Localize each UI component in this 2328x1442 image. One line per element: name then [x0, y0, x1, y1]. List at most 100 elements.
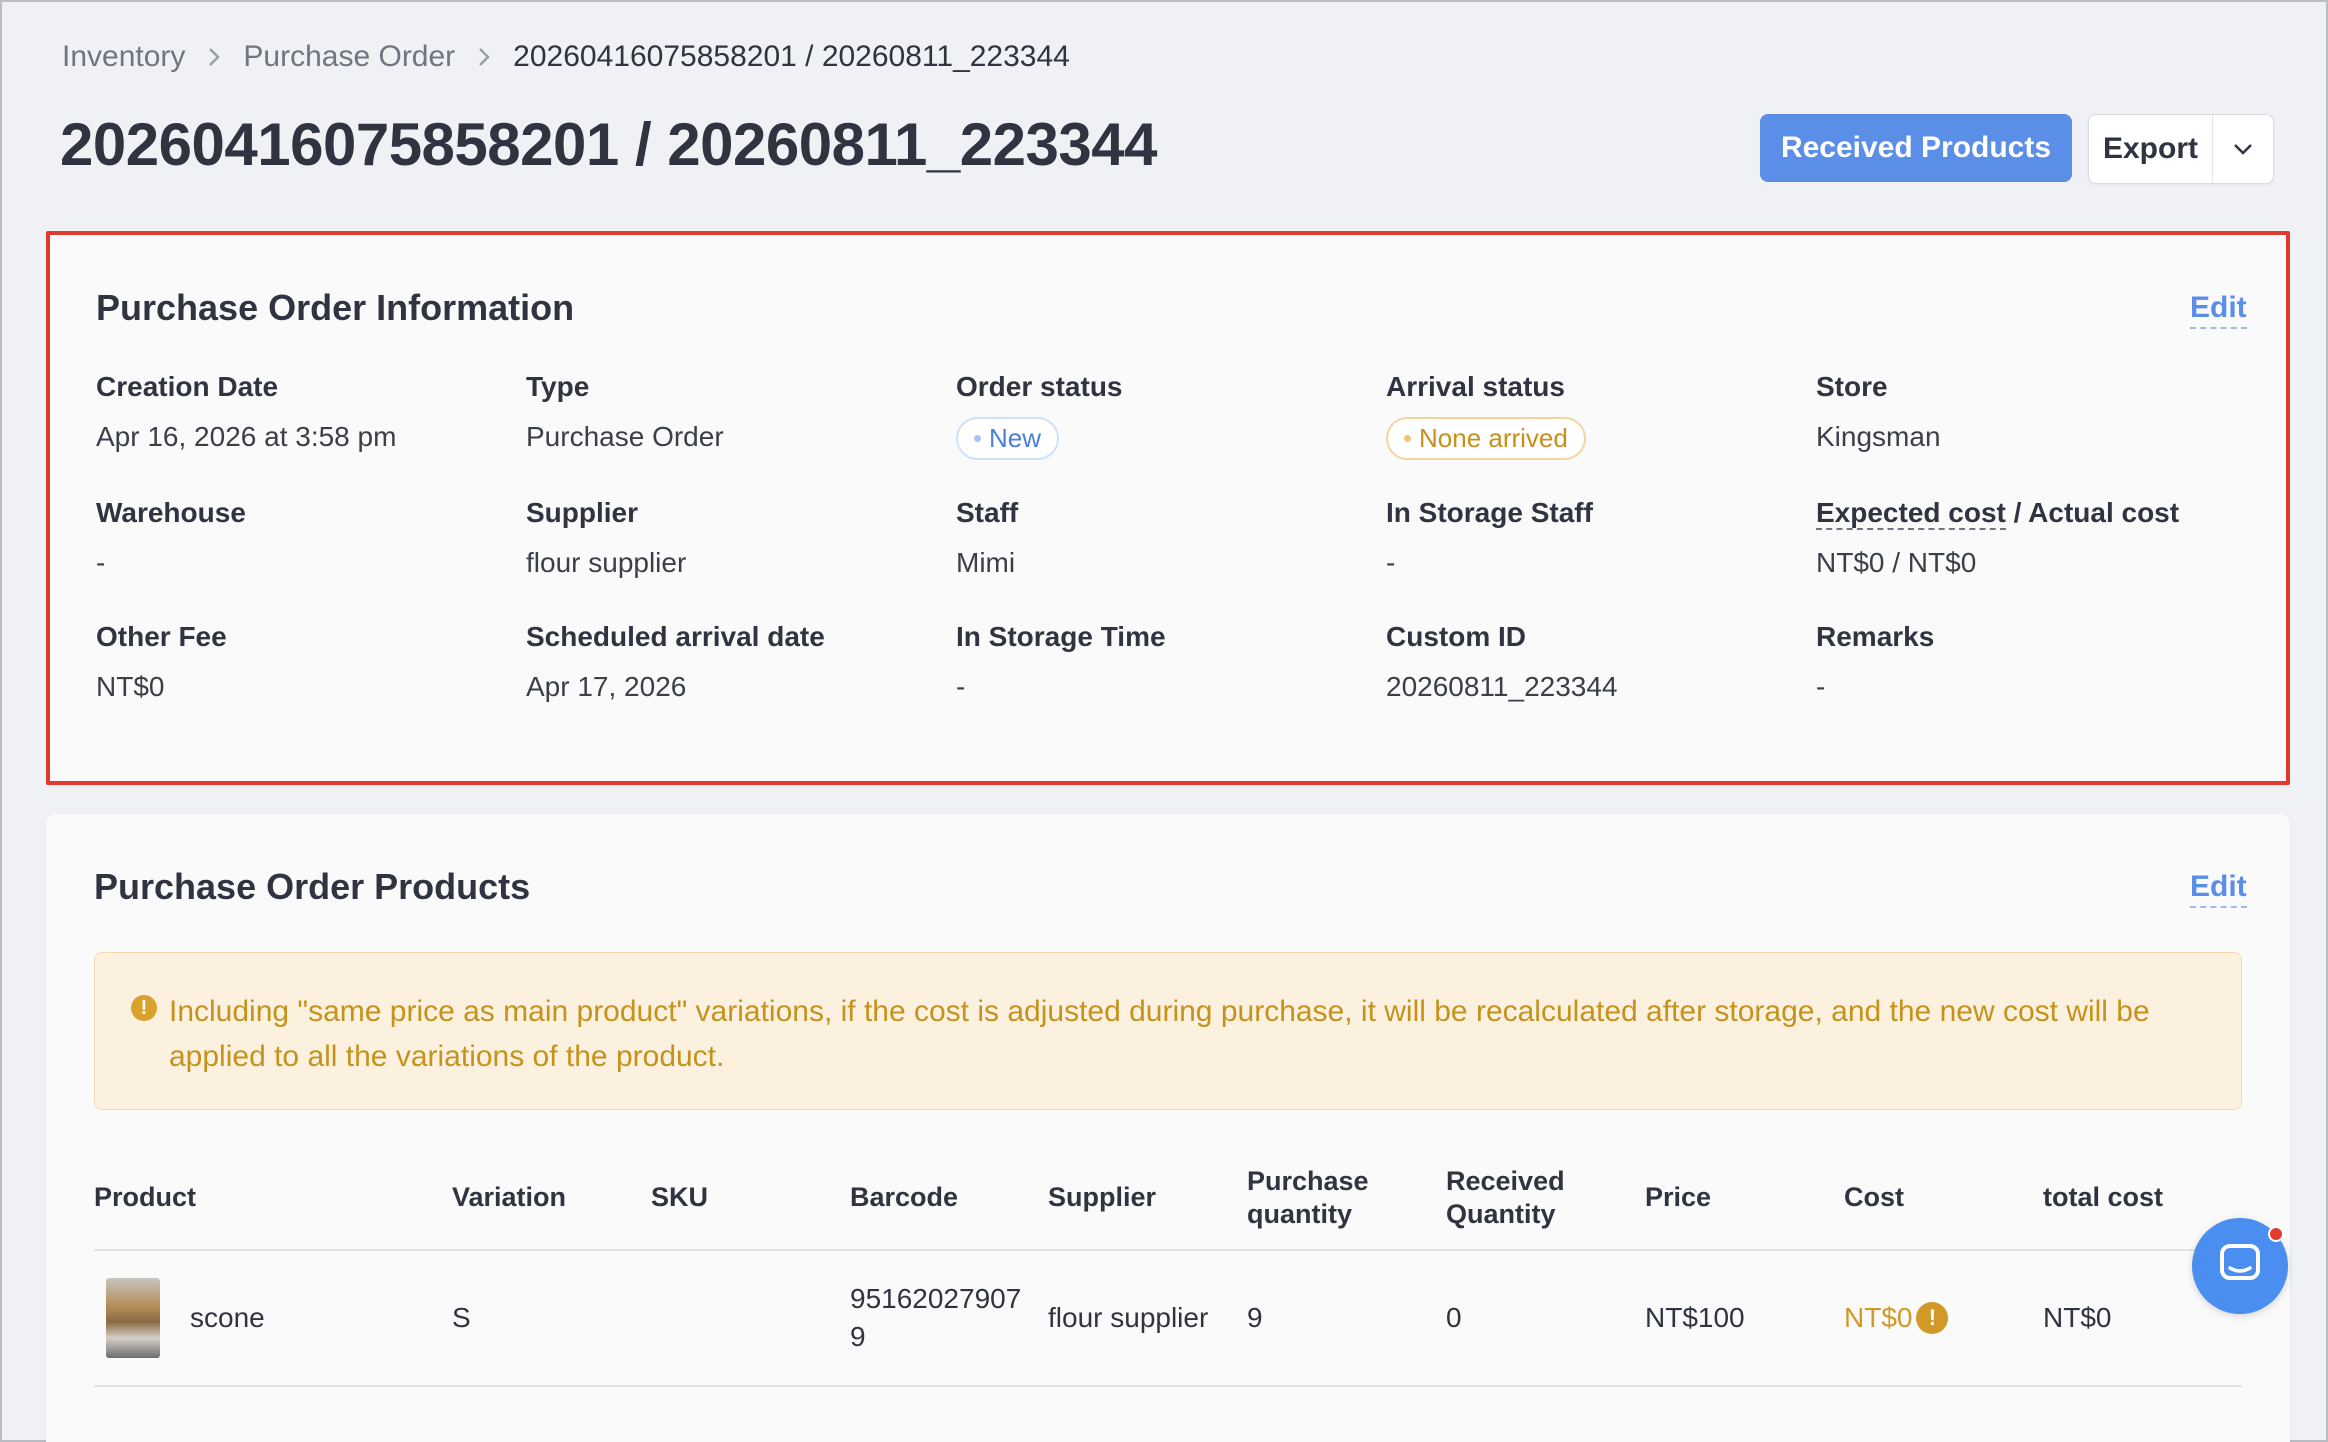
- product-thumbnail[interactable]: [106, 1278, 160, 1358]
- status-dot-icon: [1404, 435, 1411, 442]
- received-products-button[interactable]: Received Products: [1760, 114, 2072, 182]
- field-label: Other Fee: [96, 621, 227, 652]
- info-edit-link[interactable]: Edit: [2190, 291, 2247, 329]
- field-label: Arrival status: [1386, 371, 1565, 402]
- purchase-order-information-card: Purchase Order Information Edit Creation…: [46, 231, 2290, 785]
- col-barcode: Barcode: [850, 1146, 1048, 1251]
- field-supplier: Supplier flour supplier: [526, 497, 946, 579]
- field-warehouse: Warehouse -: [96, 497, 516, 579]
- breadcrumb: Inventory Purchase Order 202604160758582…: [62, 40, 1070, 74]
- notification-badge: [2268, 1226, 2284, 1242]
- expected-cost-tooltip-label[interactable]: Expected cost: [1816, 497, 2006, 530]
- field-label: Order status: [956, 371, 1123, 402]
- products-card-title: Purchase Order Products: [94, 866, 531, 907]
- arrival-status-badge: None arrived: [1386, 417, 1586, 460]
- field-creation-date: Creation Date Apr 16, 2026 at 3:58 pm: [96, 371, 516, 453]
- field-custom-id: Custom ID 20260811_223344: [1386, 621, 1806, 703]
- products-table: Product Variation SKU Barcode Supplier P…: [94, 1146, 2242, 1387]
- cell-received-quantity: 0: [1446, 1250, 1645, 1387]
- col-price: Price: [1645, 1146, 1844, 1251]
- breadcrumb-inventory[interactable]: Inventory: [62, 40, 185, 74]
- field-value: -: [96, 547, 106, 578]
- chevron-down-icon[interactable]: [2213, 115, 2273, 183]
- breadcrumb-current: 20260416075858201 / 20260811_223344: [513, 40, 1070, 73]
- export-button[interactable]: Export: [2089, 115, 2213, 183]
- col-sku: SKU: [651, 1146, 850, 1251]
- cost-value: NT$0: [1844, 1302, 1913, 1333]
- field-value: flour supplier: [526, 547, 687, 578]
- status-dot-icon: [974, 435, 981, 442]
- field-label: Scheduled arrival date: [526, 621, 825, 652]
- field-value: 20260811_223344: [1386, 671, 1618, 702]
- chevron-right-icon: [477, 46, 491, 68]
- field-in-storage-staff: In Storage Staff -: [1386, 497, 1806, 579]
- field-in-storage-time: In Storage Time -: [956, 621, 1376, 703]
- actual-cost-label: / Actual cost: [2005, 497, 2180, 528]
- info-card-title: Purchase Order Information: [96, 287, 575, 328]
- field-arrival-status: Arrival status None arrived: [1386, 371, 1806, 460]
- field-label: Store: [1816, 371, 1888, 402]
- cost-warning-icon[interactable]: !: [1916, 1302, 1949, 1334]
- field-value: Mimi: [956, 547, 1016, 578]
- warning-icon: !: [131, 995, 157, 1021]
- barcode-line2: 9: [850, 1321, 866, 1352]
- field-label: In Storage Staff: [1386, 497, 1593, 528]
- cell-barcode: 95162027907 9: [850, 1250, 1048, 1387]
- col-purchase-quantity-line2: quantity: [1247, 1198, 1352, 1229]
- field-order-status: Order status New: [956, 371, 1376, 460]
- cell-variation: S: [452, 1250, 651, 1387]
- field-other-fee: Other Fee NT$0: [96, 621, 516, 703]
- field-value: NT$0: [96, 671, 165, 702]
- col-cost: Cost: [1844, 1146, 2043, 1251]
- cell-supplier: flour supplier: [1048, 1250, 1247, 1387]
- col-variation: Variation: [452, 1146, 651, 1251]
- field-value: Kingsman: [1816, 421, 1941, 452]
- chat-launcher-button[interactable]: [2192, 1218, 2288, 1314]
- cost-recalculation-notice: ! Including "same price as main product"…: [94, 952, 2242, 1110]
- col-received-quantity-line2: Quantity: [1446, 1198, 1556, 1229]
- col-received-quantity-line1: Received: [1446, 1165, 1565, 1196]
- field-label: Type: [526, 371, 590, 402]
- field-label: Expected cost / Actual cost: [1816, 497, 2236, 530]
- field-value: Purchase Order: [526, 421, 724, 452]
- field-value: Apr 17, 2026: [526, 671, 687, 702]
- export-button-group: Export: [2088, 114, 2274, 184]
- field-label: Supplier: [526, 497, 639, 528]
- col-purchase-quantity: Purchase quantity: [1247, 1146, 1446, 1251]
- field-store: Store Kingsman: [1816, 371, 2236, 453]
- page-title: 20260416075858201 / 20260811_223344: [60, 111, 1158, 178]
- field-remarks: Remarks -: [1816, 621, 2236, 703]
- field-value: -: [956, 671, 966, 702]
- col-supplier: Supplier: [1048, 1146, 1247, 1251]
- field-value: NT$0 / NT$0: [1816, 547, 1977, 578]
- col-received-quantity: Received Quantity: [1446, 1146, 1645, 1251]
- breadcrumb-purchase-order[interactable]: Purchase Order: [243, 40, 455, 74]
- field-value: -: [1386, 547, 1396, 578]
- products-edit-link[interactable]: Edit: [2190, 870, 2247, 908]
- order-status-badge: New: [956, 417, 1060, 460]
- cell-sku: [651, 1250, 850, 1387]
- table-header-row: Product Variation SKU Barcode Supplier P…: [94, 1146, 2242, 1251]
- field-label: Remarks: [1816, 621, 1935, 652]
- arrival-status-text: None arrived: [1419, 423, 1568, 453]
- field-staff: Staff Mimi: [956, 497, 1376, 579]
- field-type: Type Purchase Order: [526, 371, 946, 453]
- chat-bubble-icon: [2218, 1242, 2262, 1291]
- cell-purchase-quantity: 9: [1247, 1250, 1446, 1387]
- field-label: Staff: [956, 497, 1019, 528]
- notice-text: Including "same price as main product" v…: [169, 995, 2150, 1073]
- table-row: scone S 95162027907 9 flour supplier 9 0 …: [94, 1250, 2242, 1387]
- field-cost: Expected cost / Actual cost NT$0 / NT$0: [1816, 497, 2236, 579]
- field-value: -: [1816, 671, 1826, 702]
- field-scheduled-arrival: Scheduled arrival date Apr 17, 2026: [526, 621, 946, 703]
- field-label: Creation Date: [96, 371, 279, 402]
- col-product: Product: [94, 1146, 452, 1251]
- field-value: Apr 16, 2026 at 3:58 pm: [96, 421, 397, 452]
- col-purchase-quantity-line1: Purchase: [1247, 1165, 1369, 1196]
- cell-product: scone: [94, 1250, 452, 1387]
- cell-price: NT$100: [1645, 1250, 1844, 1387]
- field-label: Custom ID: [1386, 621, 1526, 652]
- barcode-line1: 95162027907: [850, 1283, 1022, 1314]
- product-name: scone: [190, 1302, 265, 1333]
- chevron-right-icon: [207, 46, 221, 68]
